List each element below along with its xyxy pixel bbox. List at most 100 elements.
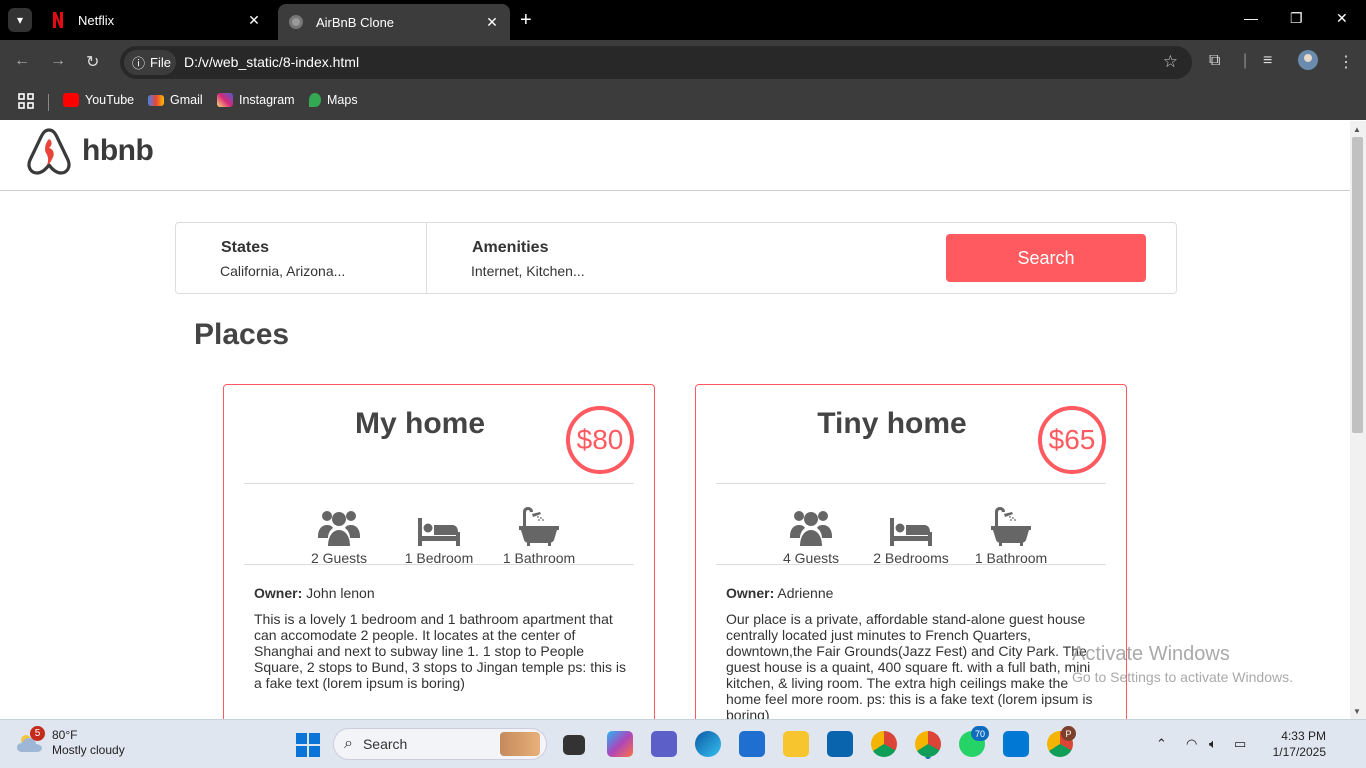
tab-title: Netflix [78,12,115,28]
states-filter-title: States [221,239,270,256]
place-card: My home $80 2 Guests 1 Bedroom 1 Bathroo… [223,384,655,719]
battery-icon[interactable]: ▭ [1234,736,1246,752]
toolbar-divider: | [1243,52,1248,69]
file-explorer-icon[interactable] [783,731,809,757]
close-window-icon[interactable]: ✕ [1336,10,1348,27]
scroll-down-icon[interactable]: ▼ [1353,707,1361,716]
bedrooms-info: 1 Bedroom [389,502,489,566]
divider [244,564,634,565]
address-bar[interactable]: ⓘ File D:/v/web_static/8-index.html ☆ [120,46,1192,79]
close-tab-icon[interactable]: ✕ [480,14,504,31]
watermark-title: Activate Windows [1072,643,1230,665]
bookmark-gmail[interactable]: Gmail [148,93,203,107]
guests-info: 4 Guests [761,502,861,566]
amenities-filter[interactable]: Amenities Internet, Kitchen... [427,223,727,293]
scroll-up-icon[interactable]: ▲ [1353,125,1361,134]
outlook-icon[interactable] [827,731,853,757]
bookmark-label: Gmail [170,93,203,107]
media-control-icon[interactable]: ≡ [1263,52,1272,70]
page-scrollbar[interactable]: ▲ ▼ [1350,121,1366,719]
restore-icon[interactable]: ❐ [1290,10,1303,27]
reload-icon[interactable]: ↻ [86,52,99,72]
tab-title: AirBnB Clone [316,14,395,30]
chrome-active-icon[interactable] [915,731,941,757]
divider [244,483,634,484]
toolbar: ← → ↻ ⓘ File D:/v/web_static/8-index.htm… [0,40,1366,85]
activation-watermark: Activate Windows Go to Settings to activ… [1072,643,1293,685]
weather-badge: 5 [30,726,45,741]
place-card: Tiny home $65 4 Guests 2 Bedrooms 1 Bath… [695,384,1127,719]
taskbar-search[interactable]: ⌕ Search [333,728,547,760]
search-button[interactable]: Search [946,234,1146,282]
extensions-icon[interactable]: ⧉ [1209,52,1220,70]
states-filter-value: California, Arizona... [220,263,346,279]
place-title: My home [354,407,486,440]
profile-badge: P [1061,726,1076,741]
more-menu-icon[interactable]: ⋮ [1338,52,1354,72]
amenities-filter-title: Amenities [472,239,549,256]
bookmark-youtube[interactable]: YouTube [63,93,134,107]
bathrooms-info: 1 Bathroom [961,502,1061,566]
place-title: Tiny home [817,407,967,440]
volume-icon[interactable]: 🔈︎ [1209,736,1217,752]
bookmark-label: YouTube [85,93,135,107]
back-icon[interactable]: ← [14,52,30,70]
site-logo[interactable]: hbnb [26,127,154,175]
bathrooms-info: 1 Bathroom [489,502,589,566]
file-label: File [150,55,171,70]
chevron-up-icon[interactable]: ⌃ [1156,736,1167,752]
windows-start-icon[interactable] [296,733,320,757]
bookmark-star-icon[interactable]: ☆ [1163,52,1178,72]
edge-icon[interactable] [695,731,721,757]
chrome-icon[interactable] [871,731,897,757]
system-clock[interactable]: 4:33 PM 1/17/2025 [1264,728,1326,760]
store-icon[interactable] [739,731,765,757]
vscode-icon[interactable] [1003,731,1029,757]
owner-name: Adrienne [777,585,834,601]
owner-label: Owner: [726,585,775,601]
bookmark-maps[interactable]: Maps [309,93,358,107]
close-tab-icon[interactable]: ✕ [242,12,266,29]
owner-line: Owner: Adrienne [726,585,833,601]
search-highlight-icon [500,732,540,756]
bed-icon [389,502,489,546]
divider [716,564,1106,565]
tab-netflix[interactable]: Netflix ✕ [40,0,272,40]
scrollbar-thumb[interactable] [1352,137,1363,433]
bookmark-instagram[interactable]: Instagram [217,93,295,107]
bathtub-icon [489,502,589,546]
bookmark-label: Instagram [239,93,295,107]
places-heading: Places [194,318,290,351]
apps-grid-icon[interactable] [18,93,34,109]
owner-label: Owner: [254,585,303,601]
profile-avatar[interactable] [1298,50,1318,75]
wifi-icon[interactable]: ◠ [1186,736,1197,752]
guests-icon [289,502,389,546]
bookmarks-bar: YouTube Gmail Instagram Maps [0,85,1366,120]
weather-widget[interactable]: 5 80°F Mostly cloudy [16,726,125,758]
states-filter[interactable]: States California, Arizona... [176,223,427,293]
bookmark-divider [48,94,49,111]
site-info-chip[interactable]: ⓘ File [124,50,176,75]
task-view-icon[interactable] [563,735,585,755]
guests-info: 2 Guests [289,502,389,566]
filters-panel: States California, Arizona... Amenities … [175,222,1177,294]
tab-airbnb-clone[interactable]: AirBnB Clone ✕ [278,4,510,40]
whatsapp-badge: 70 [971,726,989,741]
teams-icon[interactable] [651,731,677,757]
bathtub-icon [961,502,1061,546]
owner-line: Owner: John lenon [254,585,375,601]
taskbar-search-placeholder: Search [362,736,408,752]
maps-icon [309,93,321,107]
price-badge: $65 [1038,406,1106,474]
site-header: hbnb [0,121,1350,191]
minimize-icon[interactable]: — [1244,10,1258,26]
bed-icon [861,502,961,546]
new-tab-button[interactable]: + [520,9,532,32]
url-text[interactable]: D:/v/web_static/8-index.html [184,54,359,70]
amenities-filter-value: Internet, Kitchen... [471,263,585,279]
forward-icon[interactable]: → [50,52,66,70]
copilot-icon[interactable] [607,731,633,757]
tab-search-button[interactable]: ▾ [8,8,32,32]
divider [716,483,1106,484]
